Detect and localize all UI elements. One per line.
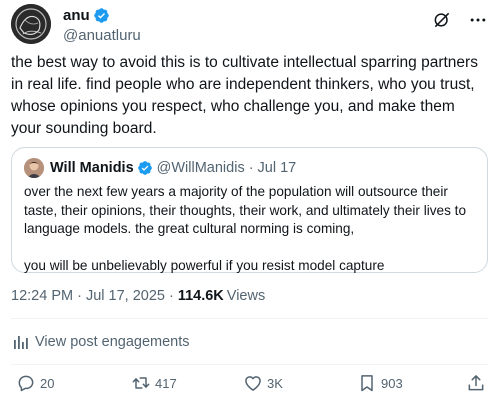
author-name[interactable]: anu: [63, 7, 90, 24]
more-icon[interactable]: [468, 10, 488, 30]
view-engagements-label: View post engagements: [35, 334, 190, 350]
grok-icon[interactable]: [432, 10, 452, 30]
quoted-post-text: over the next few years a majority of th…: [24, 183, 479, 276]
like-icon: [245, 376, 261, 391]
repost-icon: [132, 377, 150, 389]
post-timestamp[interactable]: 12:24 PM · Jul 17, 2025: [11, 288, 165, 304]
analytics-icon: [14, 336, 28, 349]
quoted-author-name: Will Manidis: [50, 160, 134, 176]
views-count: 114.6K: [177, 288, 224, 304]
reply-count: 20: [40, 375, 55, 391]
post-header: anu @anuatluru: [11, 4, 488, 48]
view-engagements-link[interactable]: View post engagements: [13, 334, 190, 350]
author-avatar[interactable]: [11, 4, 51, 44]
like-count: 3K: [267, 375, 283, 391]
share-icon: [468, 375, 484, 391]
post-text: the best way to avoid this is to cultiva…: [11, 54, 478, 137]
bookmark-count: 903: [381, 375, 403, 391]
reply-icon: [18, 375, 34, 392]
divider: [11, 318, 488, 319]
quoted-paragraph: you will be unbelievably powerful if you…: [24, 258, 385, 273]
reply-button[interactable]: 20: [16, 373, 54, 393]
share-button[interactable]: [466, 373, 490, 393]
quoted-author-avatar: [24, 158, 44, 178]
views-label: Views: [226, 288, 266, 304]
quoted-paragraph: over the next few years a majority of th…: [24, 184, 467, 236]
author-info: anu @anuatluru: [63, 6, 141, 45]
separator-dot: ·: [248, 160, 254, 176]
post-meta: 12:24 PM · Jul 17, 2025 · 114.6K Views: [11, 288, 265, 304]
quoted-post[interactable]: Will Manidis @WillManidis · Jul 17 over …: [11, 147, 488, 273]
repost-button[interactable]: 417: [131, 373, 177, 393]
bookmark-button[interactable]: 903: [357, 373, 403, 393]
bookmark-icon: [361, 375, 373, 392]
quoted-post-header: Will Manidis @WillManidis · Jul 17: [24, 158, 296, 178]
action-bar: 20 417 3K 903: [11, 373, 488, 397]
verified-badge-icon: [93, 7, 109, 23]
separator-dot: ·: [168, 288, 174, 304]
repost-count: 417: [155, 375, 177, 391]
quoted-post-date: Jul 17: [257, 160, 297, 176]
author-handle[interactable]: @anuatluru: [63, 27, 141, 44]
like-button[interactable]: 3K: [243, 373, 283, 393]
quoted-author-handle: @WillManidis: [156, 160, 245, 176]
divider: [11, 364, 488, 365]
verified-badge-icon: [137, 161, 152, 175]
